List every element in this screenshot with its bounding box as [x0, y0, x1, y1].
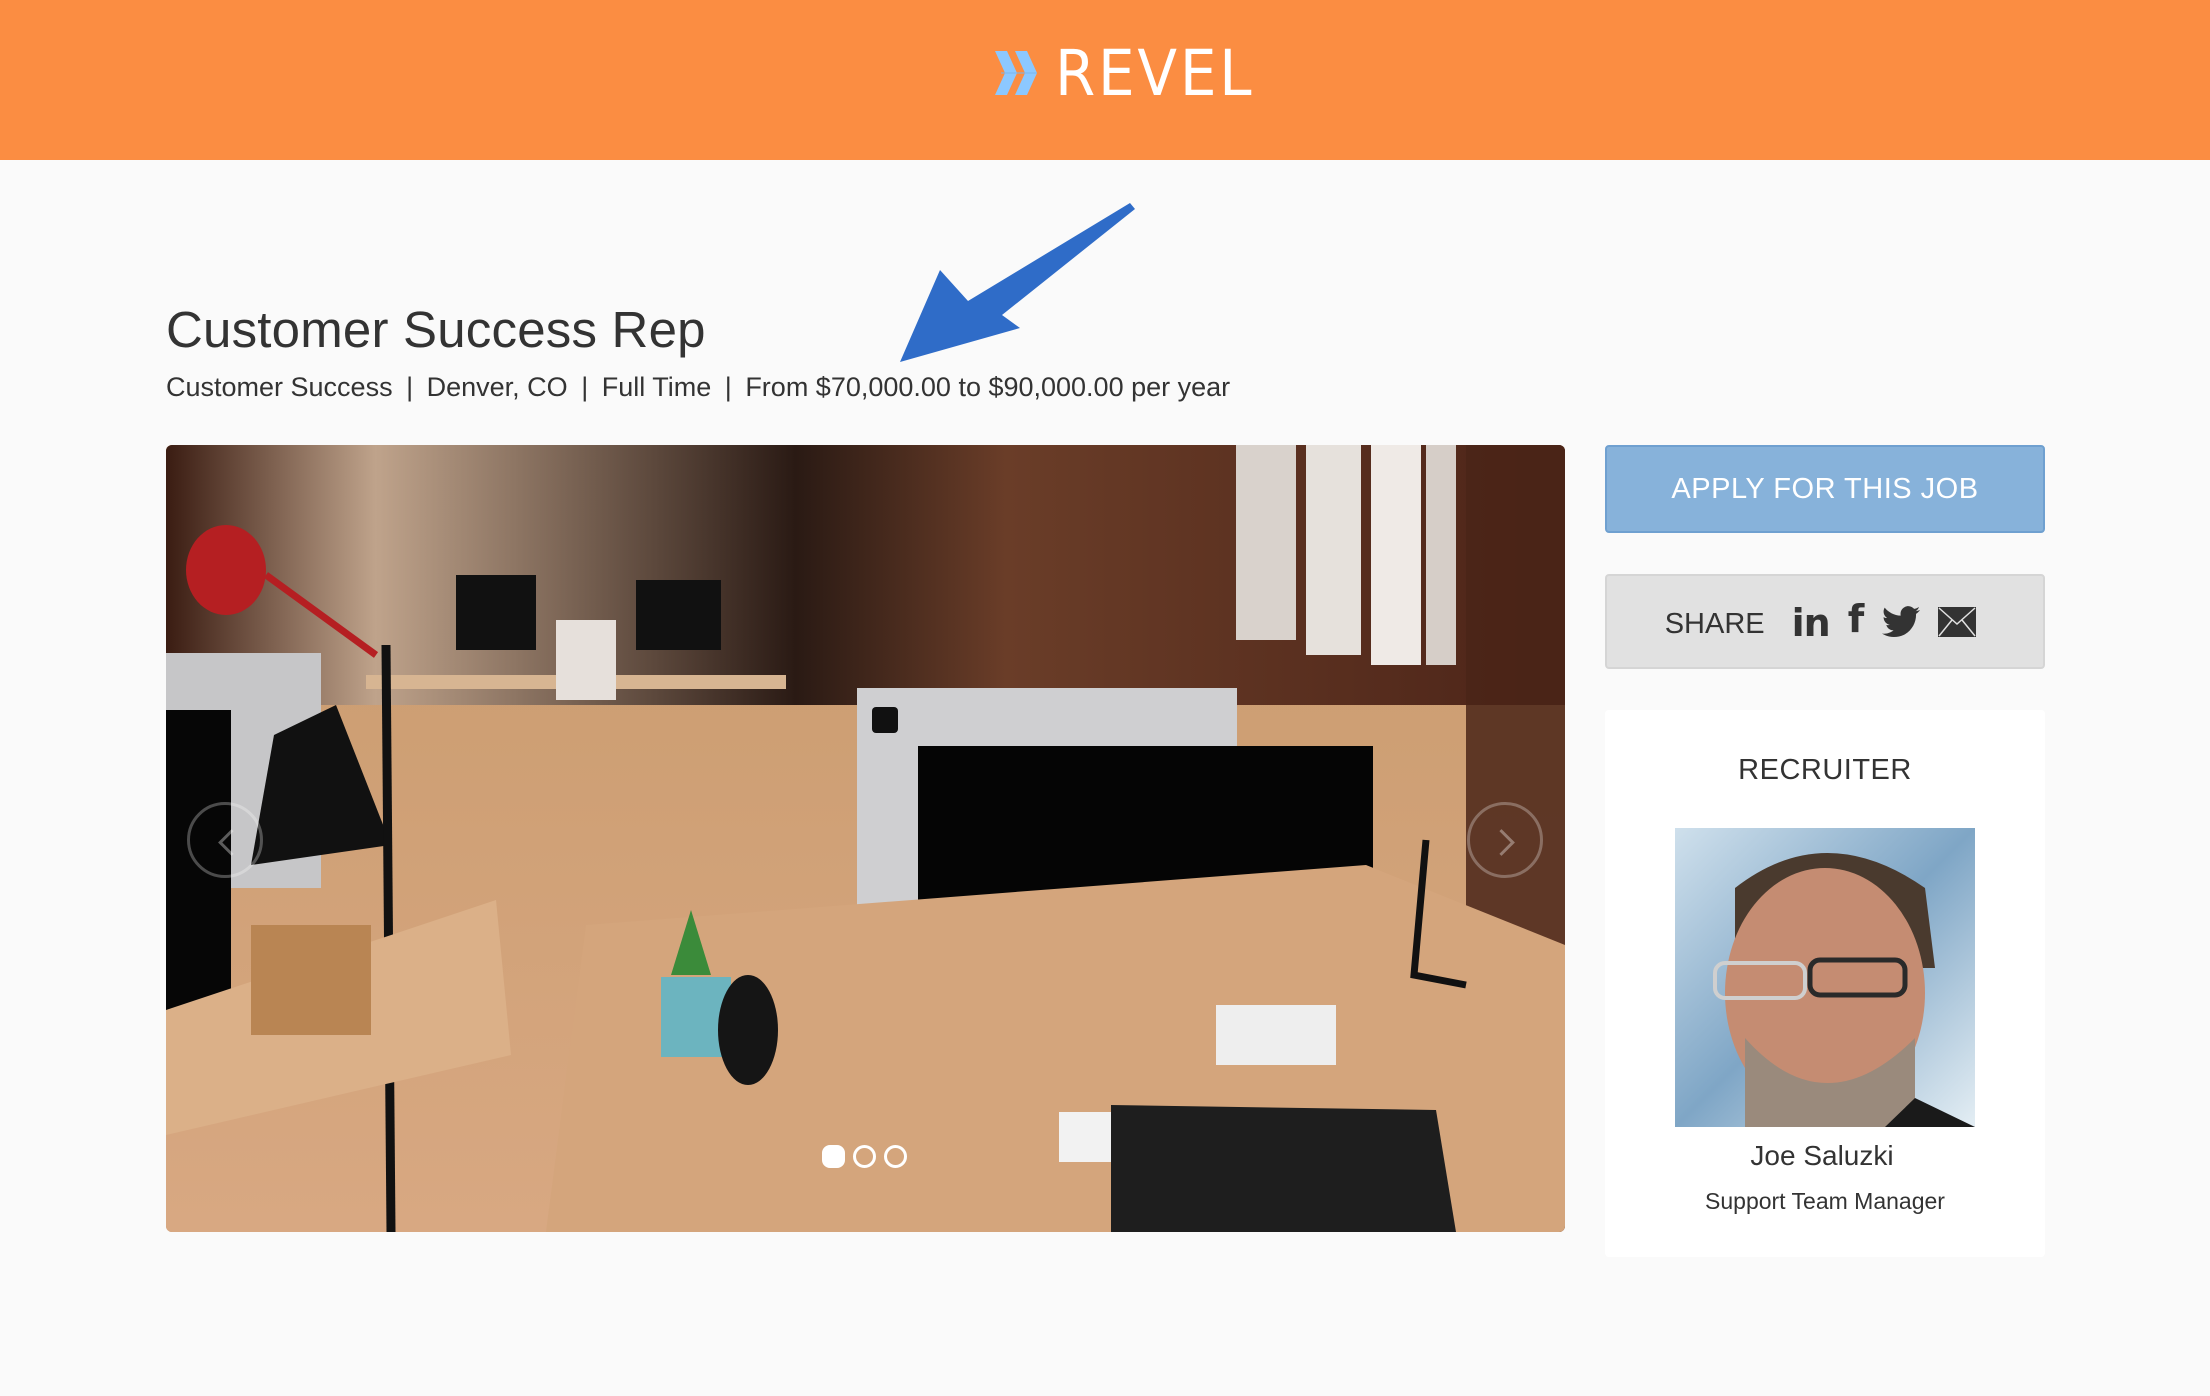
separator: |: [724, 372, 732, 402]
recruiter-role: Support Team Manager: [1705, 1188, 1945, 1214]
separator: |: [581, 372, 589, 402]
recruiter-name: Joe Saluzki: [1750, 1140, 1894, 1171]
apply-for-job-button[interactable]: APPLY FOR THIS JOB: [1605, 445, 2045, 533]
facebook-icon[interactable]: f: [1848, 597, 1865, 641]
job-title: Customer Success Rep: [166, 301, 706, 358]
job-salary: From $70,000.00 to $90,000.00 per year: [745, 372, 1231, 402]
double-chevron-right-icon: [995, 51, 1037, 95]
carousel-next-button[interactable]: [1467, 802, 1543, 878]
job-employment-type: Full Time: [601, 372, 712, 402]
email-icon[interactable]: [1938, 602, 1977, 642]
office-photo: [166, 445, 1565, 1232]
brand-name: REVEL: [1055, 36, 1255, 110]
recruiter-card: RECRUITER Joe Saluzki Support Team Manag…: [1605, 710, 2045, 1257]
carousel-pagination: [822, 1145, 907, 1168]
share-bar: SHARE in f: [1605, 574, 2045, 669]
image-carousel[interactable]: [166, 445, 1565, 1232]
twitter-icon[interactable]: [1882, 602, 1921, 642]
share-label: SHARE: [1664, 608, 1765, 640]
carousel-prev-button[interactable]: [187, 802, 263, 878]
separator: |: [406, 372, 414, 402]
carousel-dot-3[interactable]: [884, 1145, 907, 1168]
job-location: Denver, CO: [426, 372, 568, 402]
arrow-pointer-icon: [900, 203, 1135, 362]
job-meta: Customer Success | Denver, CO | Full Tim…: [166, 372, 1230, 403]
job-department: Customer Success: [166, 372, 393, 402]
site-header: REVEL: [0, 0, 2210, 160]
linkedin-icon[interactable]: in: [1792, 601, 1831, 645]
recruiter-heading: RECRUITER: [1738, 754, 1912, 786]
carousel-dot-2[interactable]: [853, 1145, 876, 1168]
carousel-dot-1[interactable]: [822, 1145, 845, 1168]
revel-logo[interactable]: REVEL: [993, 38, 1272, 108]
recruiter-avatar: [1675, 828, 1975, 1127]
